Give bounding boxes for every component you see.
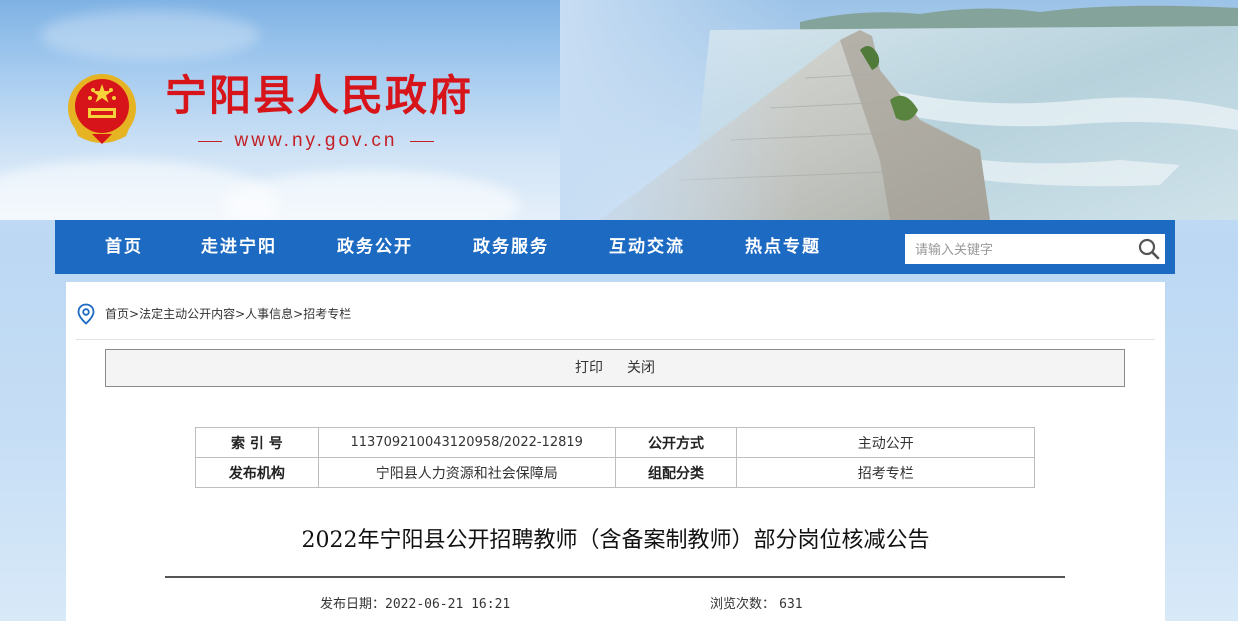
index-number-value: 113709210043120958/2022-12819 <box>317 427 616 458</box>
cloud-decoration <box>220 170 520 220</box>
nav-item-government-services[interactable]: 政务服务 <box>473 220 549 274</box>
nav-item-hot-topics[interactable]: 热点专题 <box>745 220 821 274</box>
publish-date-value: 2022-06-21 16:21 <box>385 597 511 612</box>
table-row: 发布机构 宁阳县人力资源和社会保障局 组配分类 招考专栏 <box>195 457 1035 488</box>
cloud-decoration <box>40 10 260 60</box>
search-box <box>905 234 1165 264</box>
main-nav: 首页 走进宁阳 政务公开 政务服务 互动交流 热点专题 <box>55 220 1175 274</box>
search-icon[interactable] <box>1137 237 1161 261</box>
nav-item-government-disclosure[interactable]: 政务公开 <box>337 220 413 274</box>
print-button[interactable]: 打印 <box>575 360 603 376</box>
site-header: 宁阳县人民政府 www.ny.gov.cn <box>0 0 1238 220</box>
close-button[interactable]: 关闭 <box>627 360 655 376</box>
open-mode-label: 公开方式 <box>614 427 738 458</box>
publisher-value: 宁阳县人力资源和社会保障局 <box>317 457 616 488</box>
category-label: 组配分类 <box>614 457 738 488</box>
publish-date-label: 发布日期： <box>320 597 386 612</box>
river-causeway-image <box>560 0 1238 220</box>
breadcrumb-separator: > <box>235 307 246 321</box>
site-url: www.ny.gov.cn <box>198 128 434 154</box>
category-value: 招考专栏 <box>736 457 1035 488</box>
title-divider <box>165 576 1065 578</box>
view-count-value: 631 <box>779 597 803 612</box>
publisher-label: 发布机构 <box>195 457 319 488</box>
table-row: 索 引 号 113709210043120958/2022-12819 公开方式… <box>195 427 1035 458</box>
breadcrumb-recruitment-column[interactable]: 招考专栏 <box>303 307 351 321</box>
nav-item-home[interactable]: 首页 <box>105 220 143 274</box>
nav-item-about-ningyang[interactable]: 走进宁阳 <box>201 220 277 274</box>
breadcrumb-separator: > <box>293 307 304 321</box>
nav-item-interaction[interactable]: 互动交流 <box>609 220 685 274</box>
article-toolbar: 打印 关闭 <box>105 349 1125 387</box>
index-number-label: 索 引 号 <box>195 427 319 458</box>
breadcrumb-statutory-disclosure[interactable]: 法定主动公开内容 <box>139 307 235 321</box>
breadcrumb-separator: > <box>129 307 140 321</box>
location-pin-icon <box>77 303 95 325</box>
national-emblem-icon <box>68 74 136 144</box>
document-meta-table: 索 引 号 113709210043120958/2022-12819 公开方式… <box>195 427 1035 488</box>
search-input[interactable] <box>905 234 1130 264</box>
article-title: 2022年宁阳县公开招聘教师（含备案制教师）部分岗位核减公告 <box>301 528 930 553</box>
view-count-label: 浏览次数： <box>710 597 776 612</box>
breadcrumb-personnel-info[interactable]: 人事信息 <box>245 307 293 321</box>
divider <box>76 339 1155 340</box>
view-count: 浏览次数： 631 <box>710 595 803 615</box>
publish-date: 发布日期：2022-06-21 16:21 <box>320 595 510 615</box>
breadcrumb-home[interactable]: 首页 <box>105 307 129 321</box>
open-mode-value: 主动公开 <box>736 427 1035 458</box>
site-title: 宁阳县人民政府 <box>165 71 474 120</box>
content-panel: 首页>法定主动公开内容>人事信息>招考专栏 打印 关闭 索 引 号 1137092… <box>66 282 1165 621</box>
